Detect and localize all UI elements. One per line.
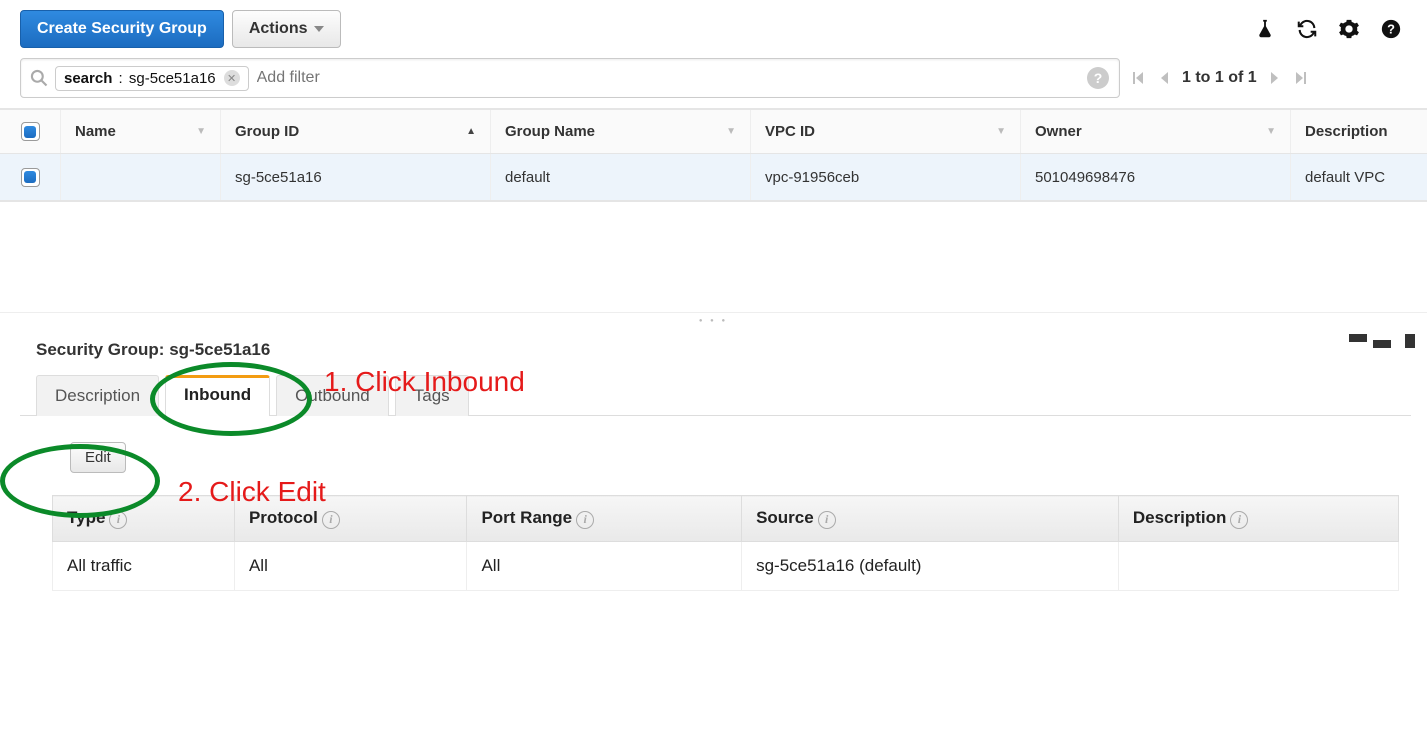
layout-side-icon[interactable] — [1397, 334, 1415, 348]
col-group-name[interactable]: Group Name▼ — [490, 110, 750, 153]
grid-row[interactable]: sg-5ce51a16 default vpc-91956ceb 5010496… — [0, 154, 1427, 200]
page-prev-icon[interactable] — [1158, 70, 1170, 86]
sort-icon: ▼ — [1266, 126, 1276, 137]
panel-splitter[interactable]: ● ● ● — [0, 312, 1427, 328]
row-group-name: default — [490, 154, 750, 200]
row-owner: 501049698476 — [1020, 154, 1290, 200]
security-groups-grid: Name▼ Group ID▲ Group Name▼ VPC ID▼ Owne… — [0, 108, 1427, 202]
gear-icon[interactable] — [1337, 17, 1361, 41]
search-icon — [29, 68, 49, 88]
filter-chip[interactable]: search : sg-5ce51a16 ✕ — [55, 66, 249, 91]
select-all-checkbox[interactable] — [21, 122, 40, 141]
info-icon[interactable]: i — [576, 511, 594, 529]
layout-bottom-icon[interactable] — [1349, 334, 1367, 348]
page-status: 1 to 1 of 1 — [1182, 69, 1257, 87]
col-vpc-id[interactable]: VPC ID▼ — [750, 110, 1020, 153]
panel-layout-icons — [1349, 334, 1415, 348]
edit-rules-button[interactable]: Edit — [70, 442, 126, 473]
tab-tags[interactable]: Tags — [395, 375, 469, 416]
row-vpc-id: vpc-91956ceb — [750, 154, 1020, 200]
sort-icon: ▼ — [726, 126, 736, 137]
col-group-id[interactable]: Group ID▲ — [220, 110, 490, 153]
page-first-icon[interactable] — [1130, 70, 1146, 86]
tab-outbound[interactable]: Outbound — [276, 375, 389, 416]
filter-chip-value: sg-5ce51a16 — [129, 70, 216, 87]
toolbar-right-icons: ? — [1253, 17, 1411, 41]
rule-port-range: All — [467, 541, 742, 590]
rule-description — [1118, 541, 1398, 590]
rule-row: All traffic All All sg-5ce51a16 (default… — [53, 541, 1399, 590]
flask-icon[interactable] — [1253, 17, 1277, 41]
create-security-group-button[interactable]: Create Security Group — [20, 10, 224, 48]
col-name[interactable]: Name▼ — [60, 110, 220, 153]
search-help-icon[interactable]: ? — [1087, 67, 1109, 89]
actions-label: Actions — [249, 20, 308, 38]
sort-icon: ▼ — [196, 126, 206, 137]
top-toolbar: Create Security Group Actions ? — [0, 0, 1427, 58]
info-icon[interactable]: i — [322, 511, 340, 529]
info-icon[interactable]: i — [1230, 511, 1248, 529]
search-input[interactable] — [249, 63, 1087, 93]
rules-col-type: Typei — [53, 496, 235, 542]
pager: 1 to 1 of 1 — [1130, 69, 1309, 87]
rules-col-source: Sourcei — [742, 496, 1119, 542]
search-bar[interactable]: search : sg-5ce51a16 ✕ ? — [20, 58, 1120, 98]
sort-asc-icon: ▲ — [466, 126, 476, 137]
help-icon[interactable]: ? — [1379, 17, 1403, 41]
layout-top-icon[interactable] — [1373, 334, 1391, 348]
page-last-icon[interactable] — [1293, 70, 1309, 86]
rule-type: All traffic — [53, 541, 235, 590]
rules-area: Edit Typei Protocoli Port Rangei Sourcei… — [20, 416, 1411, 591]
rules-col-protocol: Protocoli — [234, 496, 467, 542]
select-all-cell — [0, 110, 60, 153]
svg-text:?: ? — [1387, 22, 1395, 37]
page-next-icon[interactable] — [1269, 70, 1281, 86]
row-group-id: sg-5ce51a16 — [220, 154, 490, 200]
refresh-icon[interactable] — [1295, 17, 1319, 41]
filter-chip-key: search — [64, 70, 112, 87]
tab-description[interactable]: Description — [36, 375, 159, 416]
filter-chip-remove-icon[interactable]: ✕ — [224, 70, 240, 86]
row-select-cell — [0, 154, 60, 200]
rule-source: sg-5ce51a16 (default) — [742, 541, 1119, 590]
row-name — [60, 154, 220, 200]
grid-header-row: Name▼ Group ID▲ Group Name▼ VPC ID▼ Owne… — [0, 110, 1427, 154]
detail-panel: Security Group: sg-5ce51a16 Description … — [0, 328, 1427, 591]
sort-icon: ▼ — [996, 126, 1006, 137]
col-owner[interactable]: Owner▼ — [1020, 110, 1290, 153]
chevron-down-icon — [314, 26, 324, 32]
rule-protocol: All — [234, 541, 467, 590]
row-select-checkbox[interactable] — [21, 168, 40, 187]
rules-col-description: Descriptioni — [1118, 496, 1398, 542]
info-icon[interactable]: i — [818, 511, 836, 529]
row-description: default VPC — [1290, 154, 1427, 200]
rules-col-port-range: Port Rangei — [467, 496, 742, 542]
actions-dropdown-button[interactable]: Actions — [232, 10, 341, 48]
inbound-rules-table: Typei Protocoli Port Rangei Sourcei Desc… — [52, 495, 1399, 591]
detail-title: Security Group: sg-5ce51a16 — [20, 334, 1411, 374]
tab-inbound[interactable]: Inbound — [165, 375, 270, 416]
filter-row: search : sg-5ce51a16 ✕ ? 1 to 1 of 1 — [0, 58, 1427, 108]
col-description[interactable]: Description — [1290, 110, 1427, 153]
detail-tabs: Description Inbound Outbound Tags — [20, 374, 1411, 416]
info-icon[interactable]: i — [109, 511, 127, 529]
